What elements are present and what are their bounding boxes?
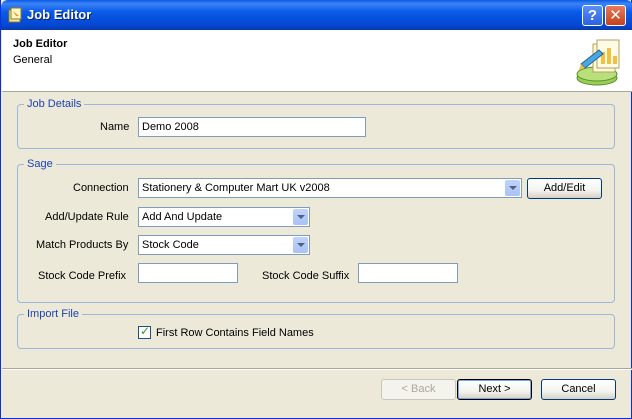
title-bar[interactable]: Job Editor ? ✕ bbox=[1, 0, 632, 30]
job-editor-illustration-icon bbox=[576, 39, 620, 86]
stock-code-suffix-label: Stock Code Suffix bbox=[262, 270, 350, 282]
match-products-label: Match Products By bbox=[36, 239, 129, 251]
stock-code-prefix-label: Stock Code Prefix bbox=[38, 270, 127, 282]
app-icon bbox=[8, 7, 22, 23]
cancel-button[interactable]: Cancel bbox=[541, 379, 616, 400]
add-edit-button[interactable]: Add/Edit bbox=[527, 178, 602, 199]
connection-dropdown[interactable]: Stationery & Computer Mart UK v2008 bbox=[138, 178, 522, 198]
chevron-down-icon[interactable] bbox=[293, 237, 308, 253]
stock-code-prefix-input[interactable] bbox=[138, 263, 238, 283]
job-details-legend: Job Details bbox=[24, 98, 85, 110]
chevron-down-icon[interactable] bbox=[293, 209, 308, 225]
import-file-legend: Import File bbox=[24, 308, 82, 320]
job-editor-window: Job Editor ? ✕ Job Editor General Job De… bbox=[0, 0, 632, 419]
name-input[interactable]: Demo 2008 bbox=[138, 117, 366, 137]
first-row-checkbox[interactable] bbox=[138, 324, 151, 339]
next-button[interactable]: Next > bbox=[457, 379, 532, 400]
close-button[interactable]: ✕ bbox=[605, 5, 626, 26]
name-label: Name bbox=[100, 121, 130, 133]
window-title: Job Editor bbox=[27, 7, 92, 22]
match-products-dropdown[interactable]: Stock Code bbox=[138, 235, 310, 255]
connection-value: Stationery & Computer Mart UK v2008 bbox=[142, 182, 330, 194]
help-button[interactable]: ? bbox=[582, 5, 603, 26]
sage-group: Sage Connection Stationery & Computer Ma… bbox=[17, 158, 615, 303]
match-products-value: Stock Code bbox=[142, 239, 199, 251]
header-title: Job Editor bbox=[13, 38, 68, 50]
back-button[interactable]: < Back bbox=[381, 379, 456, 400]
wizard-header: Job Editor General bbox=[2, 30, 632, 92]
add-update-rule-label: Add/Update Rule bbox=[45, 211, 129, 223]
header-subtitle: General bbox=[13, 54, 53, 66]
footer-divider bbox=[2, 368, 632, 370]
sage-legend: Sage bbox=[24, 158, 56, 170]
import-file-group: Import File First Row Contains Field Nam… bbox=[17, 308, 615, 349]
chevron-down-icon[interactable] bbox=[505, 180, 520, 196]
connection-label: Connection bbox=[73, 182, 129, 194]
job-details-group: Job Details Name Demo 2008 bbox=[17, 98, 615, 149]
stock-code-suffix-input[interactable] bbox=[358, 263, 458, 283]
first-row-label[interactable]: First Row Contains Field Names bbox=[156, 327, 314, 339]
add-update-rule-dropdown[interactable]: Add And Update bbox=[138, 207, 310, 227]
add-update-rule-value: Add And Update bbox=[142, 211, 223, 223]
